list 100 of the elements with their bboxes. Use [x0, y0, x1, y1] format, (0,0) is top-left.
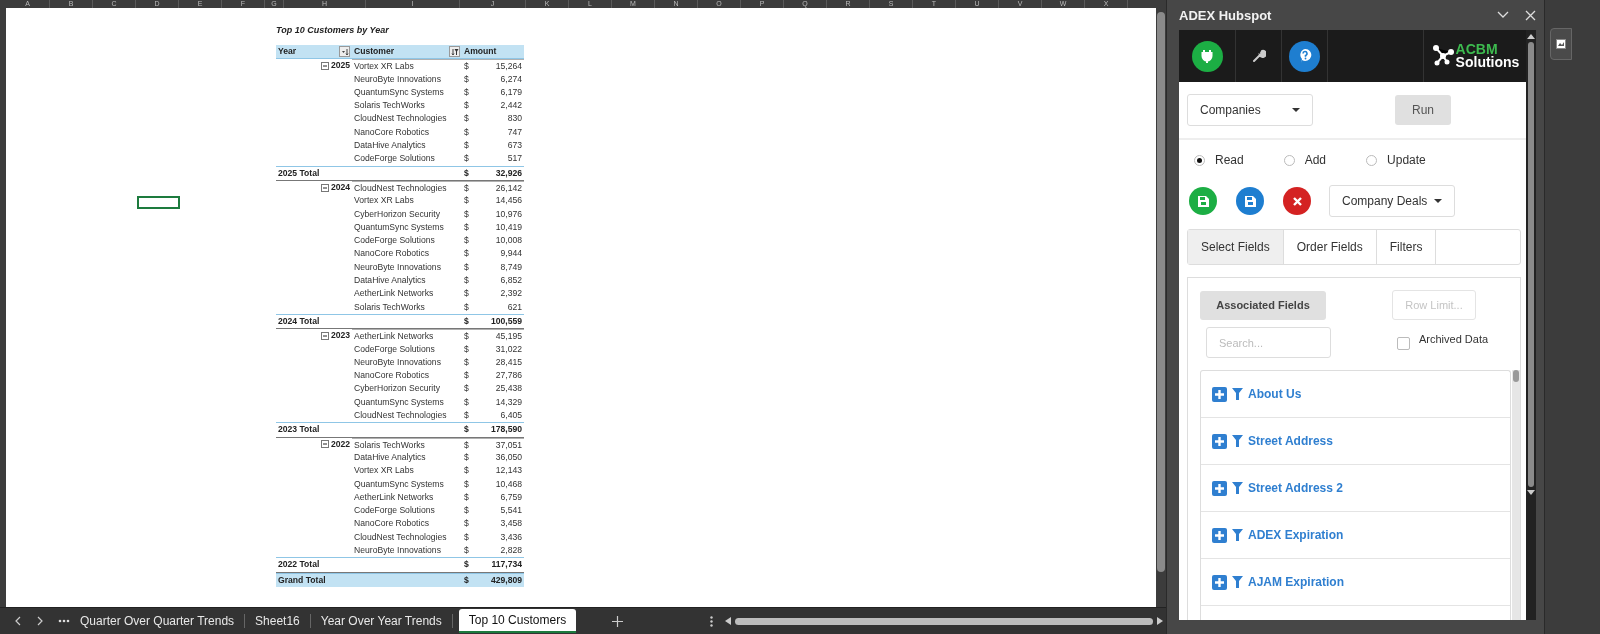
- options-icon[interactable]: [710, 615, 714, 627]
- list-scrollbar[interactable]: [1512, 370, 1520, 620]
- sheet-tab[interactable]: Sheet16: [245, 609, 310, 633]
- expand-plus-icon[interactable]: [1212, 527, 1227, 543]
- expand-plus-icon[interactable]: [1212, 386, 1227, 402]
- search-field[interactable]: Search...: [1206, 327, 1331, 358]
- deals-dropdown[interactable]: Company Deals: [1329, 185, 1455, 217]
- connect-button[interactable]: [1191, 40, 1223, 72]
- selected-cell[interactable]: [137, 196, 180, 209]
- column-heading: Amount: [464, 45, 497, 58]
- amount-cell-text: 6,405: [500, 409, 522, 422]
- customer-cell-text: CodeForge Solutions: [353, 152, 436, 166]
- currency-symbol: $: [464, 330, 469, 343]
- radio-label[interactable]: Read: [1215, 153, 1244, 167]
- year-label: 2022: [330, 437, 350, 451]
- currency-symbol: $: [464, 207, 469, 221]
- amount-cell: 6,274: [500, 72, 522, 86]
- sheet-tab[interactable]: Top 10 Customers: [458, 609, 577, 633]
- collapse-chevron-icon[interactable]: [1497, 11, 1509, 19]
- filter-icon[interactable]: [1232, 529, 1243, 541]
- sort-dropdown-icon[interactable]: [339, 46, 350, 58]
- total-amount: 117,734: [491, 558, 522, 572]
- amount-cell-text: 10,419: [495, 220, 522, 234]
- pivot-title: Top 10 Customers by Year: [276, 25, 390, 37]
- scroll-right-icon[interactable]: [1156, 617, 1164, 625]
- currency-symbol: $: [464, 423, 469, 437]
- customer-cell-text: QuantumSync Systems: [353, 477, 445, 491]
- scroll-left-icon[interactable]: [725, 617, 733, 625]
- collapse-icon[interactable]: [320, 183, 329, 192]
- more-sheets-icon[interactable]: [58, 619, 70, 623]
- currency-symbol: $: [464, 72, 469, 86]
- delete-button[interactable]: [1283, 187, 1311, 215]
- customer-cell-text: QuantumSync Systems: [353, 220, 445, 234]
- field-name[interactable]: Street Address: [1248, 434, 1333, 448]
- pane-title: ADEX Hubspot: [1179, 7, 1273, 23]
- checkbox-label[interactable]: Archived Data: [1419, 333, 1489, 345]
- expand-plus-icon[interactable]: [1212, 433, 1227, 449]
- customer-cell-text: NeuroByte Innovations: [353, 72, 442, 86]
- currency-symbol: $: [464, 166, 469, 180]
- amount-cell: 14,329: [495, 395, 522, 409]
- currency-symbol: $: [464, 247, 469, 261]
- side-panel-button[interactable]: [1550, 28, 1572, 60]
- collapse-icon[interactable]: [320, 331, 329, 340]
- save-as-button[interactable]: [1236, 187, 1264, 215]
- field-name[interactable]: About Us: [1248, 387, 1302, 401]
- customer-cell-text: CloudNest Technologies: [353, 409, 448, 422]
- radio-label[interactable]: Update: [1387, 153, 1426, 167]
- save-button[interactable]: [1189, 187, 1217, 215]
- archived-checkbox[interactable]: [1397, 336, 1410, 350]
- caret-icon: [1434, 199, 1442, 203]
- filter-icon[interactable]: [1232, 482, 1243, 494]
- currency-symbol: $: [464, 139, 469, 153]
- currency-symbol: $: [464, 181, 469, 195]
- panel-tab[interactable]: Select Fields: [1188, 230, 1284, 264]
- field-name[interactable]: ADEX Expiration: [1248, 528, 1344, 542]
- close-icon[interactable]: [1525, 9, 1536, 21]
- add-sheet-icon[interactable]: [612, 615, 624, 627]
- grand-total-label: Grand Total: [278, 574, 326, 585]
- associated-fields-button[interactable]: Associated Fields: [1200, 290, 1326, 320]
- next-sheet-icon[interactable]: [36, 616, 44, 626]
- amount-cell: 3,436: [500, 530, 522, 544]
- currency-symbol: $: [464, 234, 469, 248]
- expand-plus-icon[interactable]: [1212, 574, 1227, 590]
- sheet-tab[interactable]: Quarter Over Quarter Trends: [70, 609, 245, 633]
- run-button[interactable]: Run: [1395, 95, 1451, 125]
- scroll-down-icon[interactable]: [1527, 490, 1535, 495]
- currency-symbol: $: [464, 260, 469, 274]
- filter-icon[interactable]: [1232, 388, 1243, 400]
- radio-label[interactable]: Add: [1304, 153, 1327, 167]
- expand-plus-icon[interactable]: [1212, 480, 1227, 496]
- sheet-tab[interactable]: Year Over Year Trends: [310, 609, 452, 633]
- currency-symbol: $: [464, 395, 469, 409]
- currency-symbol: $: [464, 409, 469, 422]
- amount-cell: 12,143: [495, 464, 522, 478]
- x-icon: [1292, 196, 1302, 206]
- horizontal-scrollbar[interactable]: [725, 617, 1164, 625]
- filter-icon[interactable]: [1232, 435, 1243, 447]
- field-name[interactable]: Street Address 2: [1248, 481, 1343, 495]
- collapse-icon[interactable]: [320, 440, 329, 449]
- image-icon: [1556, 39, 1566, 49]
- amount-cell-text: 6,759: [500, 490, 522, 504]
- currency-symbol: $: [464, 573, 469, 587]
- customer-cell-text: CyberHorizon Security: [353, 382, 441, 396]
- total-label: 2022 Total: [278, 559, 320, 570]
- currency-symbol: $: [464, 450, 469, 464]
- help-button[interactable]: [1289, 40, 1320, 72]
- collapse-icon[interactable]: [320, 61, 329, 70]
- amount-cell: 37,051: [495, 438, 522, 451]
- object-dropdown[interactable]: Companies: [1187, 94, 1313, 126]
- filter-icon[interactable]: [1232, 576, 1243, 588]
- scroll-up-icon[interactable]: [1527, 34, 1535, 39]
- customer-cell-text: CloudNest Technologies: [353, 530, 448, 544]
- field-name[interactable]: AJAM Expiration: [1248, 575, 1344, 589]
- currency-symbol: $: [464, 464, 469, 478]
- wrench-icon[interactable]: [1251, 49, 1266, 63]
- previous-sheet-icon[interactable]: [14, 616, 22, 626]
- currency-symbol: $: [464, 558, 469, 572]
- filter-dropdown-icon[interactable]: [449, 46, 460, 58]
- amount-cell: 621: [507, 300, 522, 314]
- amount-cell: 10,468: [495, 477, 522, 491]
